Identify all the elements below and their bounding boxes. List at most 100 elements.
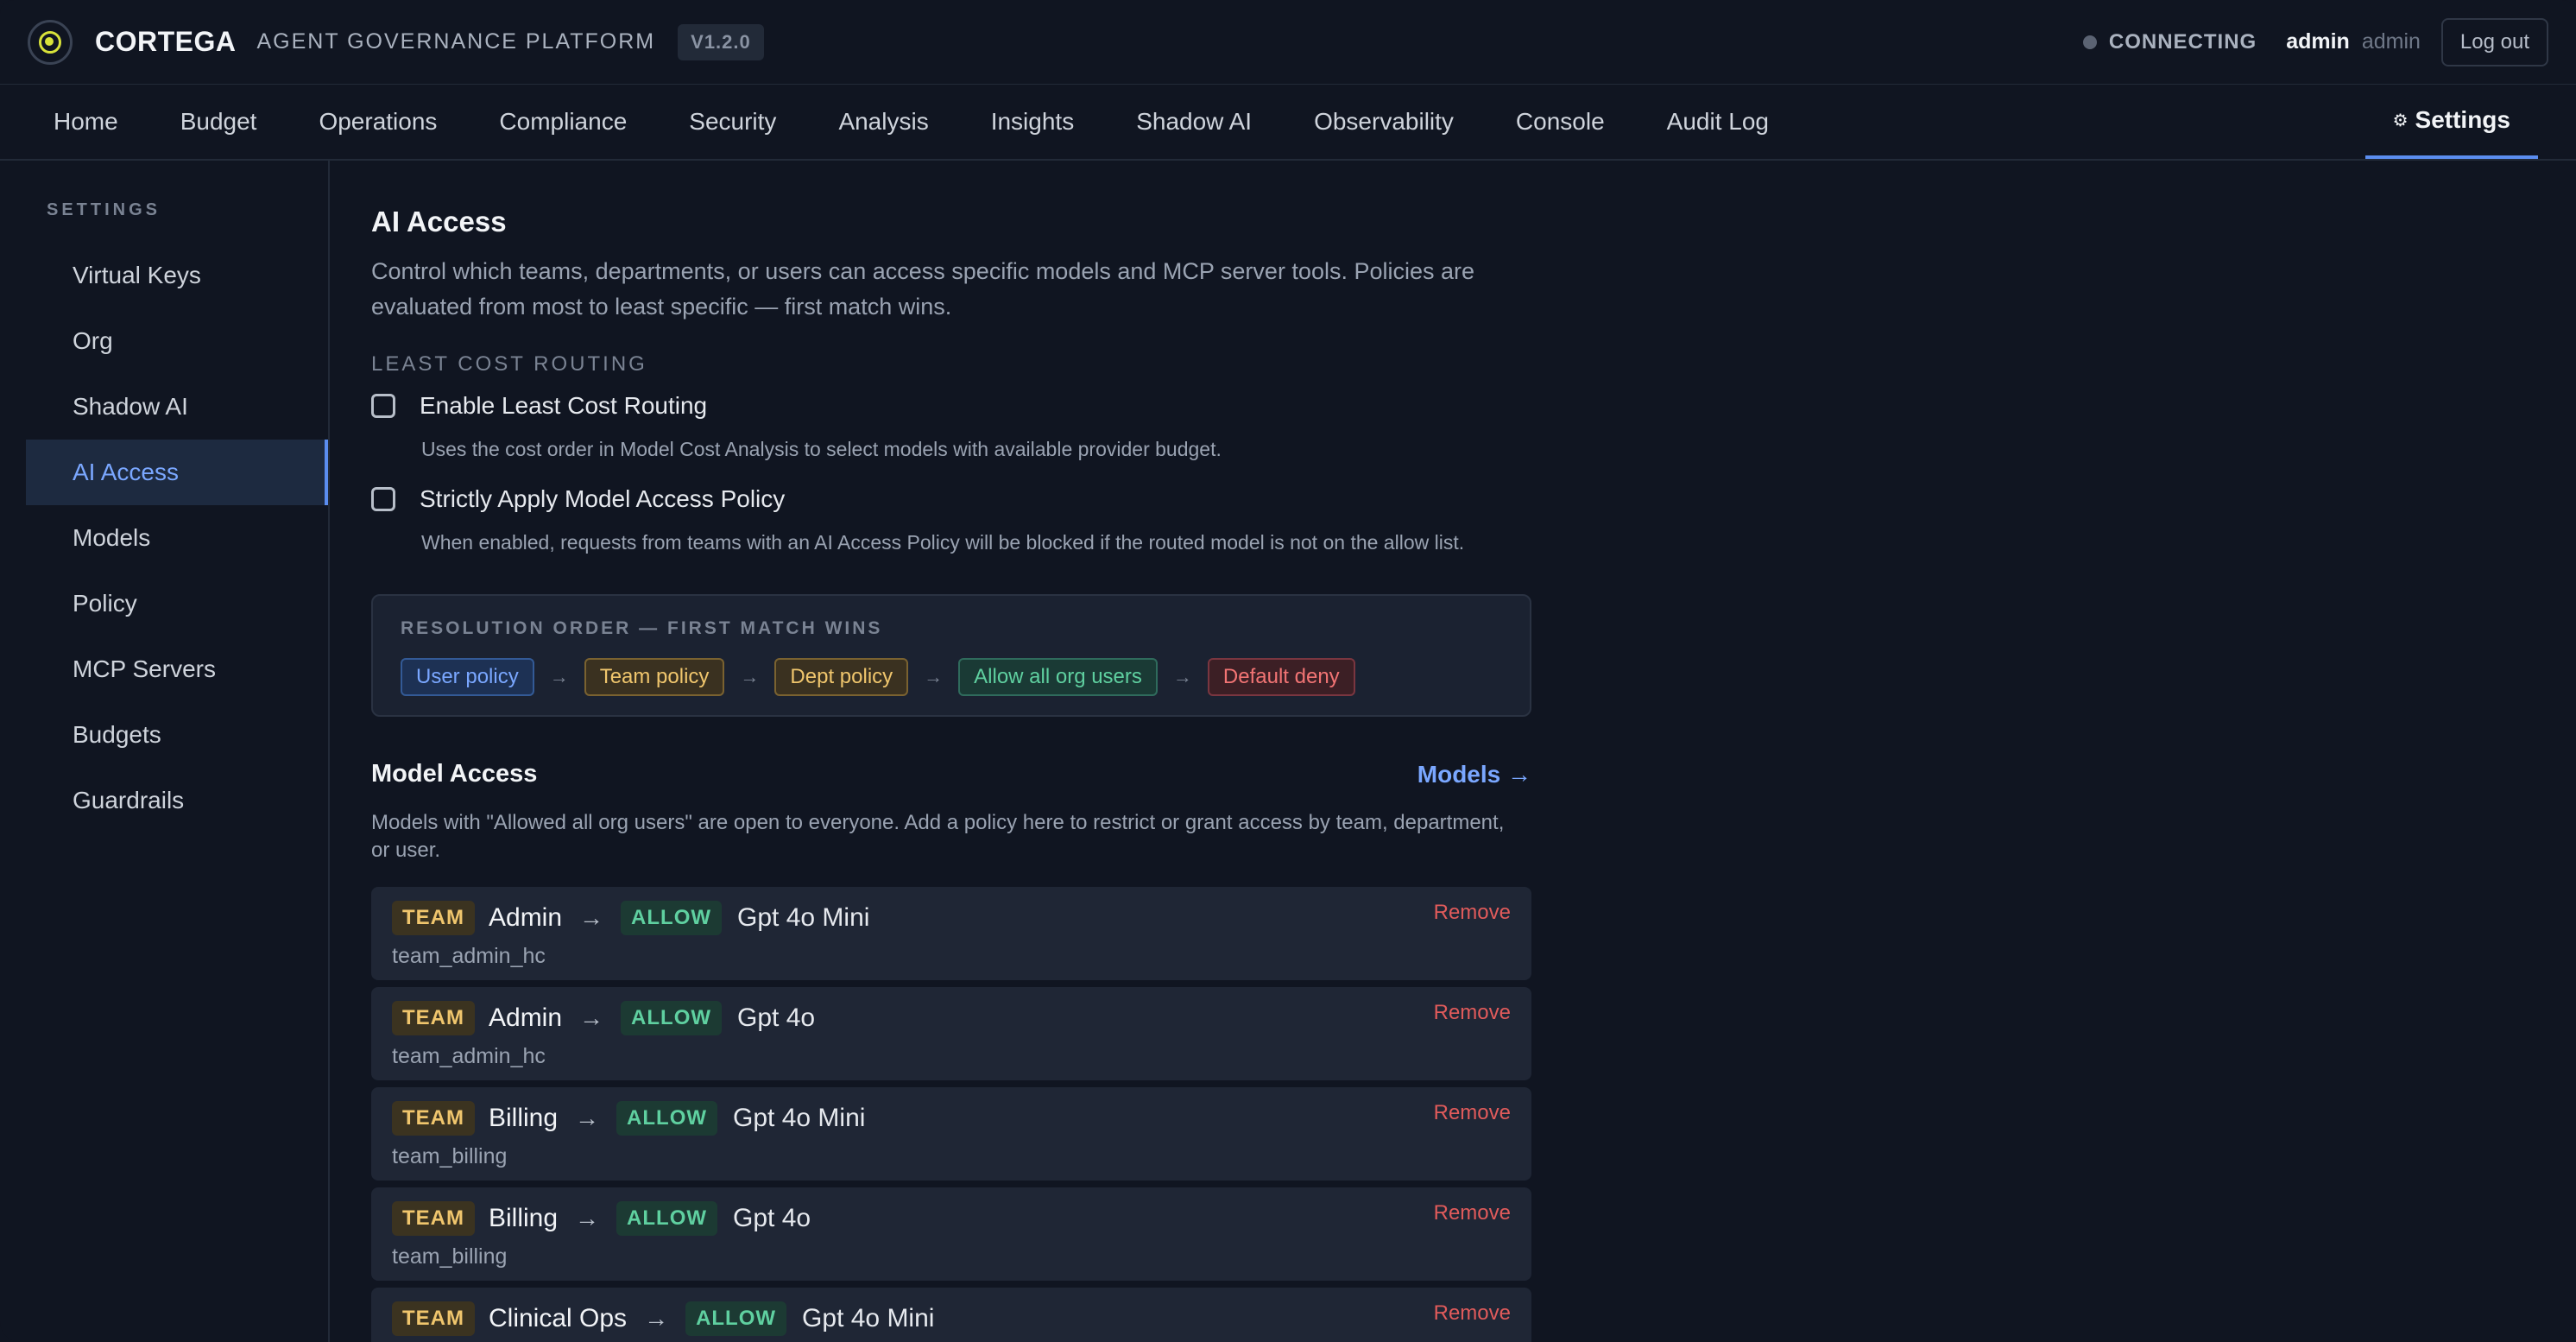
scope-badge: TEAM: [392, 1301, 475, 1336]
remove-button[interactable]: Remove: [1434, 1001, 1511, 1025]
sidebar-item-mcp-servers[interactable]: MCP Servers: [26, 636, 328, 702]
tab-settings[interactable]: ⚙ Settings: [2364, 85, 2538, 159]
resolution-chain: User policy → Team policy → Dept policy …: [401, 658, 1502, 696]
tab-insights[interactable]: Insights: [991, 108, 1075, 136]
policy-subject: Billing: [489, 1204, 559, 1232]
models-link[interactable]: Models →: [1417, 761, 1531, 788]
strict-policy-label[interactable]: Strictly Apply Model Access Policy: [420, 485, 785, 513]
model-access-title: Model Access: [371, 760, 538, 788]
policy-subject: Admin: [489, 1003, 563, 1032]
user-role: admin: [2361, 29, 2421, 54]
tab-security[interactable]: Security: [689, 108, 776, 136]
policy-subject-id: team_billing: [392, 1144, 508, 1168]
page-description: Control which teams, departments, or use…: [371, 258, 1475, 320]
action-badge: ALLOW: [616, 1201, 718, 1236]
arrow-right-icon: →: [575, 1105, 600, 1131]
policy-row: TEAM Admin → ALLOW Gpt 4o Mini team_admi…: [371, 887, 1531, 980]
user-name: admin: [2286, 29, 2350, 54]
tab-audit-log[interactable]: Audit Log: [1667, 108, 1769, 136]
policy-row: TEAM Clinical Ops → ALLOW Gpt 4o Mini Re…: [371, 1288, 1531, 1342]
arrow-right-icon: →: [579, 904, 604, 931]
action-badge: ALLOW: [621, 901, 723, 935]
arrow-right-icon: →: [549, 666, 569, 687]
enable-lcr-help: Uses the cost order in Model Cost Analys…: [421, 438, 1222, 460]
tab-analysis[interactable]: Analysis: [838, 108, 928, 136]
policy-row: TEAM Billing → ALLOW Gpt 4o team_billing…: [371, 1187, 1531, 1281]
action-badge: ALLOW: [685, 1301, 787, 1336]
sidebar-item-guardrails[interactable]: Guardrails: [26, 768, 328, 833]
sidebar-item-budgets[interactable]: Budgets: [26, 702, 328, 768]
tab-compliance[interactable]: Compliance: [499, 108, 627, 136]
tab-observability[interactable]: Observability: [1314, 108, 1454, 136]
policy-model: Gpt 4o: [737, 1003, 816, 1032]
arrow-right-icon: →: [644, 1305, 669, 1332]
policy-model: Gpt 4o Mini: [737, 903, 870, 932]
main-content: AI Access Control which teams, departmen…: [330, 161, 1531, 1342]
default-deny-chip: Default deny: [1207, 658, 1355, 696]
resolution-heading: RESOLUTION ORDER — FIRST MATCH WINS: [401, 618, 883, 638]
remove-button[interactable]: Remove: [1434, 1301, 1511, 1326]
status-dot-icon: [2082, 35, 2097, 49]
tab-settings-label: Settings: [2415, 106, 2510, 133]
policy-subject-id: team_admin_hc: [392, 944, 546, 968]
scope-badge: TEAM: [392, 1201, 475, 1236]
policy-model: Gpt 4o Mini: [733, 1104, 866, 1132]
enable-lcr-label[interactable]: Enable Least Cost Routing: [420, 392, 707, 420]
arrow-right-icon: →: [924, 666, 944, 687]
model-access-header: Model Access Models →: [371, 760, 1531, 788]
model-access-rules: TEAM Admin → ALLOW Gpt 4o Mini team_admi…: [371, 887, 1531, 1342]
gear-icon: ⚙: [2392, 111, 2409, 130]
tab-operations[interactable]: Operations: [319, 108, 437, 136]
page-title: AI Access: [371, 206, 507, 237]
remove-button[interactable]: Remove: [1434, 1101, 1511, 1125]
remove-button[interactable]: Remove: [1434, 1201, 1511, 1225]
lcr-option: Enable Least Cost Routing: [371, 392, 1530, 420]
tab-shadow-ai[interactable]: Shadow AI: [1136, 108, 1252, 136]
logo-icon: [28, 19, 73, 65]
brand-name: CORTEGA: [95, 26, 237, 57]
main-nav: Home Budget Operations Compliance Securi…: [0, 85, 2576, 161]
arrow-right-icon: →: [579, 1004, 604, 1031]
enable-lcr-checkbox[interactable]: [371, 394, 395, 418]
policy-subject: Clinical Ops: [489, 1304, 628, 1333]
brand-subtitle: AGENT GOVERNANCE PLATFORM: [256, 29, 656, 54]
strict-policy-option: Strictly Apply Model Access Policy: [371, 485, 1530, 513]
action-badge: ALLOW: [616, 1101, 718, 1136]
user-policy-chip: User policy: [401, 658, 534, 696]
tab-home[interactable]: Home: [54, 108, 118, 136]
resolution-order-box: RESOLUTION ORDER — FIRST MATCH WINS User…: [371, 594, 1531, 717]
tab-budget[interactable]: Budget: [180, 108, 257, 136]
sidebar-item-models[interactable]: Models: [26, 505, 328, 571]
sidebar-item-shadow-ai[interactable]: Shadow AI: [26, 374, 328, 440]
action-badge: ALLOW: [621, 1001, 723, 1035]
connection-status: CONNECTING: [2082, 30, 2257, 54]
policy-row: TEAM Admin → ALLOW Gpt 4o team_admin_hc …: [371, 987, 1531, 1080]
sidebar-item-policy[interactable]: Policy: [26, 571, 328, 636]
allow-all-org-chip: Allow all org users: [958, 658, 1158, 696]
arrow-right-icon: →: [575, 1205, 600, 1231]
top-bar: CORTEGA AGENT GOVERNANCE PLATFORM V1.2.0…: [0, 0, 2576, 85]
tab-console[interactable]: Console: [1516, 108, 1605, 136]
model-access-description: Models with "Allowed all org users" are …: [371, 811, 1505, 862]
strict-policy-checkbox[interactable]: [371, 487, 395, 511]
policy-model: Gpt 4o: [733, 1204, 811, 1232]
sidebar-item-org[interactable]: Org: [26, 308, 328, 374]
scope-badge: TEAM: [392, 901, 475, 935]
sidebar-item-virtual-keys[interactable]: Virtual Keys: [26, 243, 328, 308]
team-policy-chip: Team policy: [584, 658, 725, 696]
policy-subject-id: team_admin_hc: [392, 1044, 546, 1068]
scope-badge: TEAM: [392, 1101, 475, 1136]
dept-policy-chip: Dept policy: [774, 658, 909, 696]
sidebar-heading: SETTINGS: [47, 200, 161, 219]
version-badge: V1.2.0: [678, 23, 764, 60]
policy-model: Gpt 4o Mini: [802, 1304, 935, 1333]
sidebar-item-ai-access[interactable]: AI Access: [26, 440, 328, 505]
strict-policy-help: When enabled, requests from teams with a…: [421, 531, 1465, 554]
arrow-right-icon: →: [1172, 666, 1192, 687]
scope-badge: TEAM: [392, 1001, 475, 1035]
policy-subject: Admin: [489, 903, 563, 932]
policy-subject-id: team_billing: [392, 1244, 508, 1269]
app-shell: CORTEGA AGENT GOVERNANCE PLATFORM V1.2.0…: [0, 0, 2576, 1342]
logout-button[interactable]: Log out: [2440, 17, 2548, 66]
remove-button[interactable]: Remove: [1434, 901, 1511, 925]
